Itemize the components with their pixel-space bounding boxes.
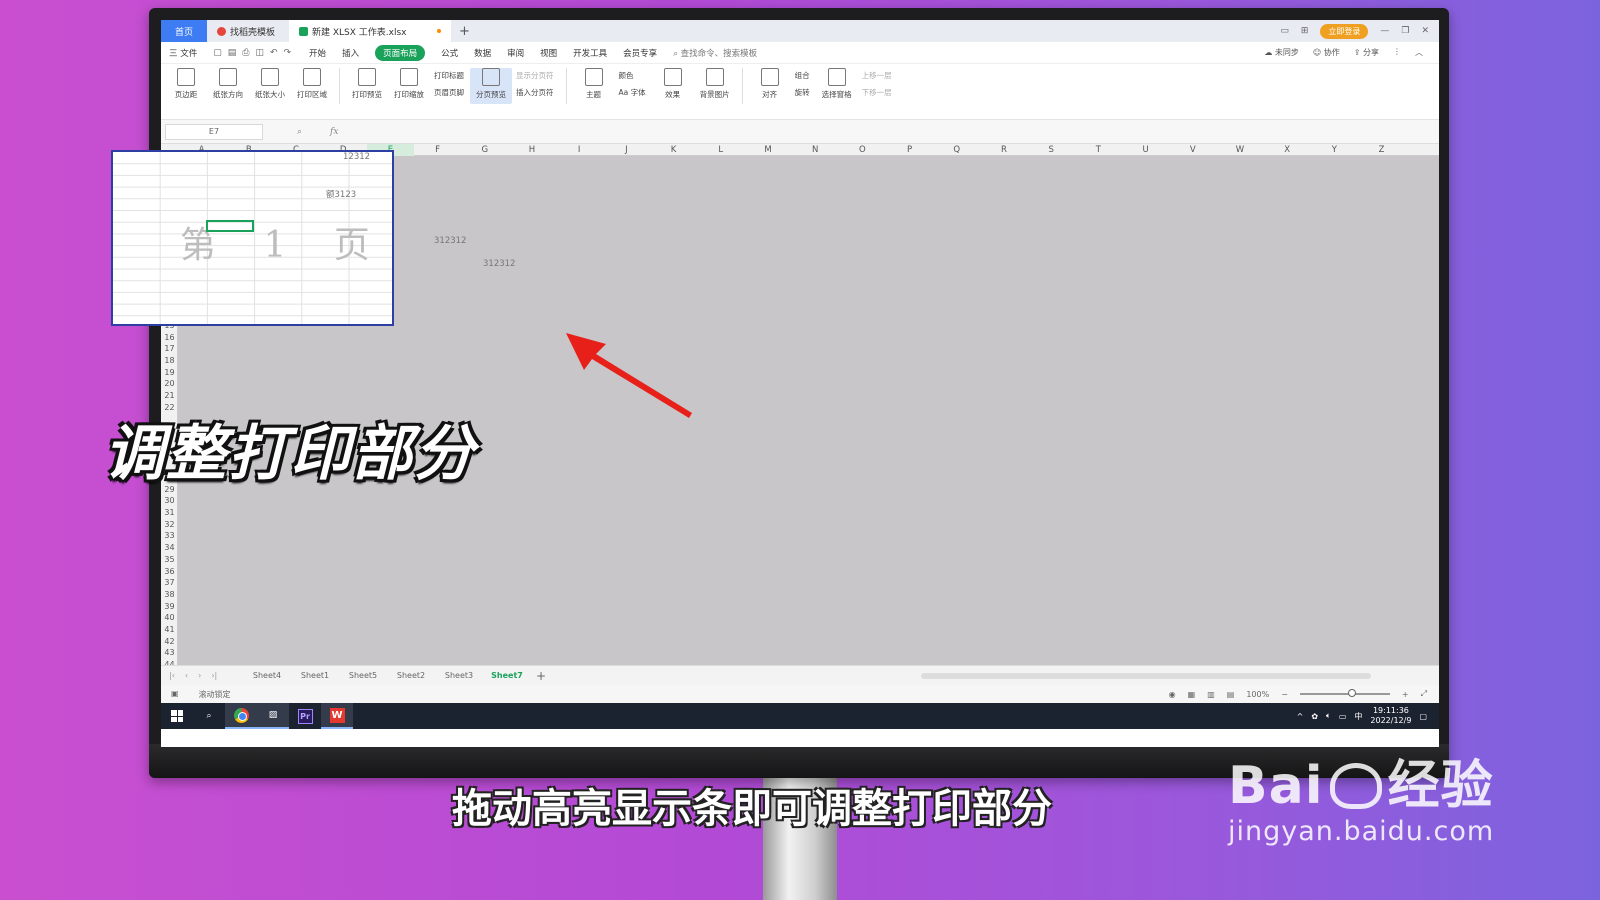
overlay-title: 调整打印部分 [104, 419, 476, 489]
watermark-url: jingyan.baidu.com [1228, 816, 1495, 847]
watermark-brand-left: Bai [1228, 756, 1324, 816]
red-arrow-icon [566, 333, 692, 418]
watermark-brand-right: 经验 [1387, 756, 1494, 816]
watermark-brand: Bai 经验 [1228, 758, 1494, 814]
subtitle-caption: 拖动高亮显示条即可调整打印部分 [452, 786, 1052, 832]
paw-logo-icon [1329, 763, 1382, 809]
baidu-jingyan-watermark: Bai 经验 jingyan.baidu.com [1228, 758, 1494, 847]
